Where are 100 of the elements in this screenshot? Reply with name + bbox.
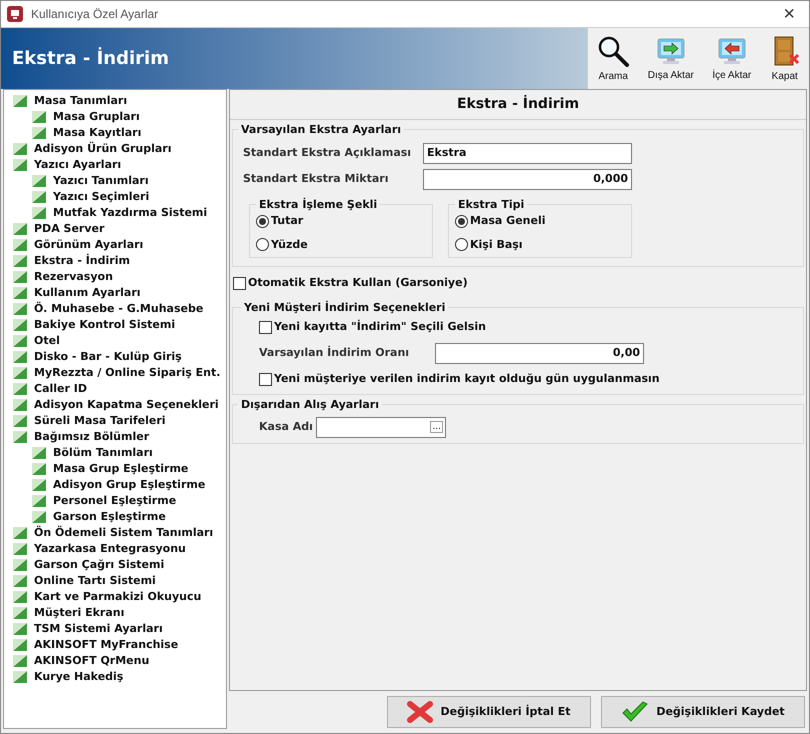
- tree-node-icon: [13, 383, 27, 395]
- tree-item[interactable]: Bölüm Tanımları: [53, 444, 153, 462]
- tree-item[interactable]: Yazıcı Tanımları: [53, 172, 149, 190]
- app-icon: [7, 6, 23, 22]
- radio-label: Masa Geneli: [470, 213, 546, 229]
- tree-item[interactable]: Masa Grupları: [53, 108, 140, 126]
- monitor-arrow-icon: [656, 36, 686, 66]
- checkbox-label: Yeni kayıtta "İndirim" Seçili Gelsin: [274, 319, 486, 336]
- checkbox-label: Otomatik Ekstra Kullan (Garsoniye): [248, 275, 468, 291]
- radio-button[interactable]: [455, 214, 468, 228]
- tree-node-icon: [13, 559, 27, 571]
- text-field[interactable]: Ekstra: [423, 142, 632, 164]
- tree-item[interactable]: Kurye Hakediş: [34, 668, 124, 686]
- cancel-button[interactable]: Değişiklikleri İptal Et: [387, 696, 591, 728]
- tree-item[interactable]: Bakiye Kontrol Sistemi: [34, 316, 176, 334]
- tree-item[interactable]: Adisyon Grup Eşleştirme: [53, 476, 206, 494]
- tree-item[interactable]: Adisyon Kapatma Seçenekleri: [34, 396, 219, 414]
- tree-item[interactable]: Caller ID: [34, 380, 87, 398]
- tree-node-icon: [13, 143, 27, 155]
- tree-item[interactable]: MyRezzta / Online Sipariş Ent.: [34, 364, 220, 382]
- tree-node-icon: [13, 591, 27, 603]
- checkbox[interactable]: [233, 276, 246, 290]
- tree-item[interactable]: Adisyon Ürün Grupları: [34, 140, 172, 158]
- tree-node-icon: [13, 335, 27, 347]
- toolbar-button[interactable]: Kapat: [768, 35, 801, 84]
- toolbar-button[interactable]: İçe Aktar: [711, 36, 752, 83]
- tree-node-icon: [32, 175, 46, 187]
- tree-node-icon: [32, 463, 46, 475]
- tree-node-icon: [13, 655, 27, 667]
- tree-item[interactable]: Ön Ödemeli Sistem Tanımları: [34, 524, 214, 542]
- field-label: Kasa Adı: [259, 418, 314, 435]
- tree-node-icon: [13, 239, 27, 251]
- tree-item[interactable]: Yazıcı Seçimleri: [53, 188, 150, 206]
- tree-item[interactable]: Masa Grup Eşleştirme: [53, 460, 188, 478]
- tree-item[interactable]: AKINSOFT MyFranchise: [34, 636, 178, 654]
- magnifier-icon: [597, 35, 630, 67]
- tree-node-icon: [32, 495, 46, 507]
- tree-item[interactable]: Ekstra - İndirim: [34, 252, 130, 270]
- tree-node-icon: [32, 127, 46, 139]
- tree-node-icon: [13, 223, 27, 235]
- tree-node-icon: [13, 575, 27, 587]
- tree-item[interactable]: Bağımsız Bölümler: [34, 428, 150, 446]
- radio-label: Yüzde: [271, 236, 308, 252]
- group-title: Ekstra İşleme Şekli: [256, 197, 380, 214]
- lookup-field[interactable]: ...: [316, 416, 446, 438]
- tree-item[interactable]: PDA Server: [34, 220, 104, 238]
- tree-node-icon: [13, 159, 27, 171]
- radio-button[interactable]: [455, 238, 468, 252]
- text-field[interactable]: 0,00: [435, 343, 644, 364]
- close-button[interactable]: ×: [775, 4, 803, 24]
- radio-button[interactable]: [256, 214, 269, 228]
- tree-item[interactable]: Personel Eşleştirme: [53, 492, 176, 510]
- toolbar-button[interactable]: Arama: [596, 35, 630, 84]
- group-title: Dışarıdan Alış Ayarları: [238, 396, 382, 413]
- cross-icon: [407, 700, 434, 724]
- tree-node-icon: [13, 623, 27, 635]
- save-button[interactable]: Değişiklikleri Kaydet: [601, 696, 805, 728]
- field-label: Varsayılan İndirim Oranı: [259, 345, 410, 362]
- radio-label: Tutar: [271, 213, 304, 229]
- tree-node-icon: [13, 639, 27, 651]
- checkmark-icon: [621, 701, 650, 723]
- checkbox[interactable]: [259, 373, 272, 386]
- toolbar-button[interactable]: Dışa Aktar: [646, 36, 695, 83]
- tree-item[interactable]: TSM Sistemi Ayarları: [34, 620, 163, 638]
- tree-item[interactable]: Rezervasyon: [34, 268, 113, 286]
- text-field[interactable]: 0,000: [423, 168, 632, 190]
- tree-item[interactable]: AKINSOFT QrMenu: [34, 652, 150, 670]
- group-title: Varsayılan Ekstra Ayarları: [238, 122, 404, 138]
- tree-node-icon: [13, 271, 27, 283]
- tree-node-icon: [13, 543, 27, 555]
- tree-item[interactable]: Masa Kayıtları: [53, 124, 142, 142]
- tree-item[interactable]: Kullanım Ayarları: [34, 284, 141, 302]
- tree-item[interactable]: Yazıcı Ayarları: [34, 156, 122, 174]
- tree-item[interactable]: Süreli Masa Tarifeleri: [34, 412, 166, 430]
- tree-node-icon: [32, 447, 46, 459]
- checkbox[interactable]: [259, 321, 272, 334]
- tree-node-icon: [13, 303, 27, 315]
- tree-item[interactable]: Kart ve Parmakizi Okuyucu: [34, 588, 202, 606]
- tree-item[interactable]: Mutfak Yazdırma Sistemi: [53, 204, 208, 222]
- tree-item[interactable]: Online Tartı Sistemi: [34, 572, 156, 590]
- header-title: Ekstra - İndirim: [12, 46, 169, 71]
- tree-item[interactable]: Yazarkasa Entegrasyonu: [34, 540, 186, 558]
- tree-item[interactable]: Görünüm Ayarları: [34, 236, 144, 254]
- tree-node-icon: [13, 319, 27, 331]
- tree-item[interactable]: Garson Çağrı Sistemi: [34, 556, 164, 574]
- tree-item[interactable]: Ö. Muhasebe - G.Muhasebe: [34, 300, 204, 318]
- tree-item[interactable]: Garson Eşleştirme: [53, 508, 166, 526]
- radio-button[interactable]: [256, 238, 269, 252]
- browse-button[interactable]: ...: [430, 421, 443, 433]
- tree-item[interactable]: Otel: [34, 332, 60, 350]
- tree-item[interactable]: Müşteri Ekranı: [34, 604, 124, 622]
- panel-title: Ekstra - İndirim: [230, 90, 806, 120]
- tree-item[interactable]: Disko - Bar - Kulüp Giriş: [34, 348, 182, 366]
- radio-label: Kişi Başı: [470, 236, 523, 252]
- tree-node-icon: [13, 527, 27, 539]
- tree-node-icon: [13, 607, 27, 619]
- tree-item[interactable]: Masa Tanımları: [34, 92, 128, 110]
- window-title: Kullanıcıya Özel Ayarlar: [31, 6, 158, 23]
- tree-node-icon: [13, 415, 27, 427]
- tree-node-icon: [32, 479, 46, 491]
